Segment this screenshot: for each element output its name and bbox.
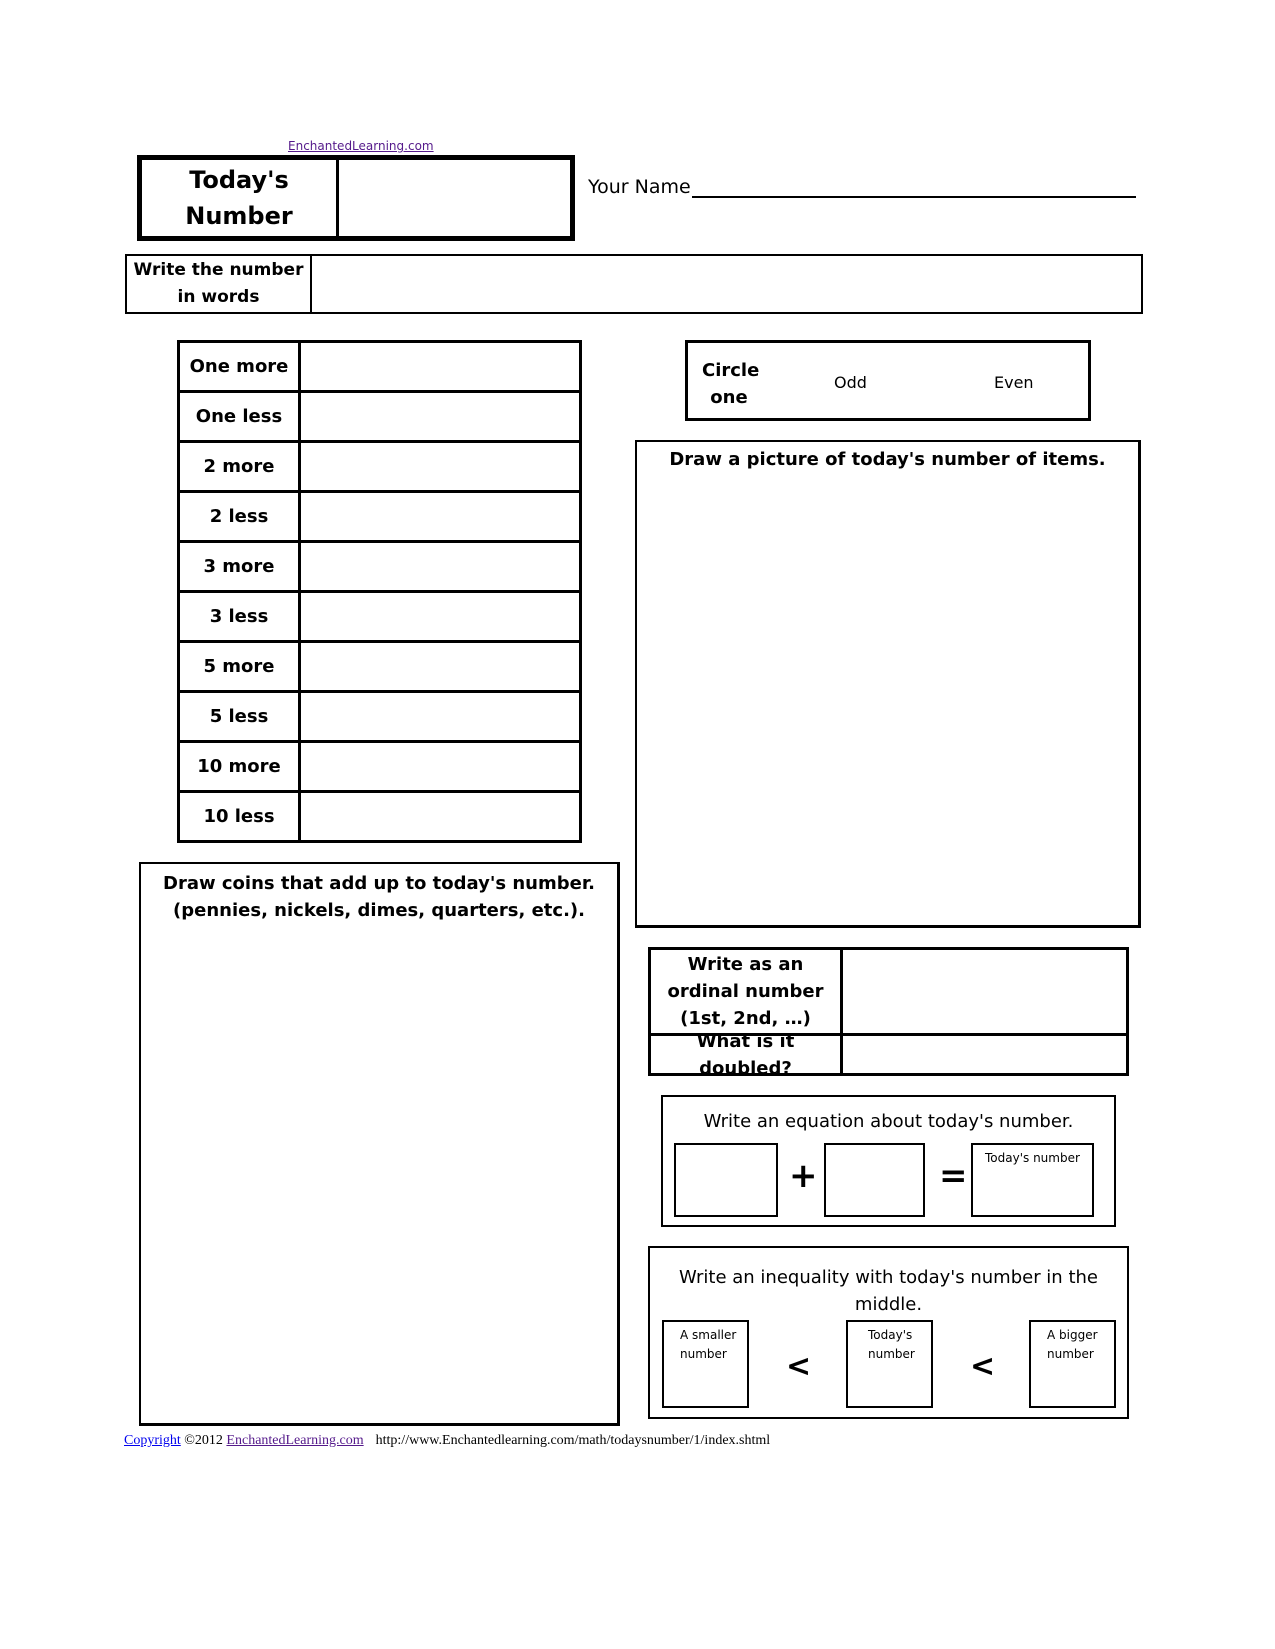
row-label: 2 more (180, 443, 301, 490)
equals-sign: = (939, 1156, 968, 1196)
row-label: 5 more (180, 643, 301, 690)
your-name-line[interactable] (691, 176, 1136, 198)
equation-result-field[interactable]: Today's number (971, 1143, 1094, 1217)
odd-even-box: Circle one Odd Even (685, 340, 1091, 421)
your-name-field[interactable]: Your Name (588, 176, 1136, 198)
coins-box-title: Draw coins that add up to today's number… (141, 870, 617, 924)
answer-cell[interactable] (301, 393, 579, 440)
smaller-number-field[interactable]: A smaller number (662, 1320, 749, 1408)
bigger-number-label: A bigger number (1047, 1328, 1098, 1361)
odd-option[interactable]: Odd (834, 373, 867, 392)
answer-cell[interactable] (301, 643, 579, 690)
row-label: 10 less (180, 793, 301, 840)
row-label: 3 more (180, 543, 301, 590)
todays-number-field[interactable] (339, 160, 570, 236)
number-in-words-field[interactable] (312, 256, 1141, 312)
copyright-link[interactable]: Copyright (124, 1433, 181, 1448)
answer-cell[interactable] (301, 493, 579, 540)
todays-number-box: Today's Number (137, 155, 575, 241)
page-url: http://www.Enchantedlearning.com/math/to… (375, 1433, 771, 1448)
your-name-label: Your Name (588, 176, 691, 198)
table-row: 3 less (180, 593, 579, 643)
table-row: One less (180, 393, 579, 443)
coins-title-line: Draw coins that add up to today's number… (163, 873, 595, 894)
picture-box-title: Draw a picture of today's number of item… (669, 449, 1106, 470)
todays-number-middle-field[interactable]: Today's number (846, 1320, 933, 1408)
table-row: One more (180, 343, 579, 393)
row-label: One less (180, 393, 301, 440)
equation-box: Write an equation about today's number. … (661, 1095, 1116, 1227)
doubled-row: What is it doubled? (651, 1031, 1126, 1079)
inequality-box: Write an inequality with today's number … (648, 1246, 1129, 1419)
answer-cell[interactable] (301, 543, 579, 590)
less-than-sign: < (970, 1349, 996, 1384)
row-label: 2 less (180, 493, 301, 540)
answer-cell[interactable] (301, 693, 579, 740)
doubled-field[interactable] (843, 1036, 1126, 1073)
picture-drawing-area[interactable]: Draw a picture of today's number of item… (635, 440, 1141, 928)
addend-1-field[interactable] (674, 1143, 778, 1217)
table-row: 5 less (180, 693, 579, 743)
answer-cell[interactable] (301, 593, 579, 640)
copyright-text: ©2012 (180, 1433, 227, 1448)
row-label: 10 more (180, 743, 301, 790)
ordinal-field[interactable] (843, 950, 1126, 1033)
ordinal-doubled-table: Write as an ordinal number (1st, 2nd, …)… (648, 947, 1129, 1079)
table-row: 5 more (180, 643, 579, 693)
coins-subtitle-line: (pennies, nickels, dimes, quarters, etc.… (173, 900, 585, 921)
ordinal-label: Write as an ordinal number (1st, 2nd, …) (651, 950, 843, 1033)
circle-one-label: Circle one (702, 360, 760, 408)
answer-cell[interactable] (301, 343, 579, 390)
even-option[interactable]: Even (994, 373, 1034, 392)
result-label: Today's number (985, 1151, 1080, 1165)
number-in-words-label: Write the number in words (127, 256, 312, 312)
coins-drawing-area[interactable]: Draw coins that add up to today's number… (139, 862, 620, 1426)
table-row: 2 more (180, 443, 579, 493)
table-row: 3 more (180, 543, 579, 593)
table-row: 2 less (180, 493, 579, 543)
site-link[interactable]: EnchantedLearning.com (288, 139, 434, 153)
addend-2-field[interactable] (824, 1143, 925, 1217)
inequality-title: Write an inequality with today's number … (679, 1267, 1098, 1315)
ordinal-row: Write as an ordinal number (1st, 2nd, …) (651, 950, 1126, 1036)
answer-cell[interactable] (301, 443, 579, 490)
todays-number-middle-label: Today's number (868, 1328, 915, 1361)
plus-sign: + (789, 1156, 818, 1196)
answer-cell[interactable] (301, 793, 579, 840)
doubled-label: What is it doubled? (651, 1031, 843, 1079)
answer-cell[interactable] (301, 743, 579, 790)
row-label: 3 less (180, 593, 301, 640)
smaller-number-label: A smaller number (680, 1328, 737, 1361)
bigger-number-field[interactable]: A bigger number (1029, 1320, 1116, 1408)
footer: Copyright ©2012 EnchantedLearning.com htt… (124, 1433, 770, 1449)
row-label: One more (180, 343, 301, 390)
todays-number-label: Today's Number (142, 160, 339, 236)
number-in-words-row: Write the number in words (125, 254, 1143, 314)
footer-site-link[interactable]: EnchantedLearning.com (226, 1433, 363, 1448)
more-less-table: One more One less 2 more 2 less 3 more 3… (177, 340, 582, 843)
row-label: 5 less (180, 693, 301, 740)
table-row: 10 more (180, 743, 579, 793)
less-than-sign: < (786, 1349, 812, 1384)
equation-title: Write an equation about today's number. (703, 1111, 1074, 1132)
table-row: 10 less (180, 793, 579, 840)
